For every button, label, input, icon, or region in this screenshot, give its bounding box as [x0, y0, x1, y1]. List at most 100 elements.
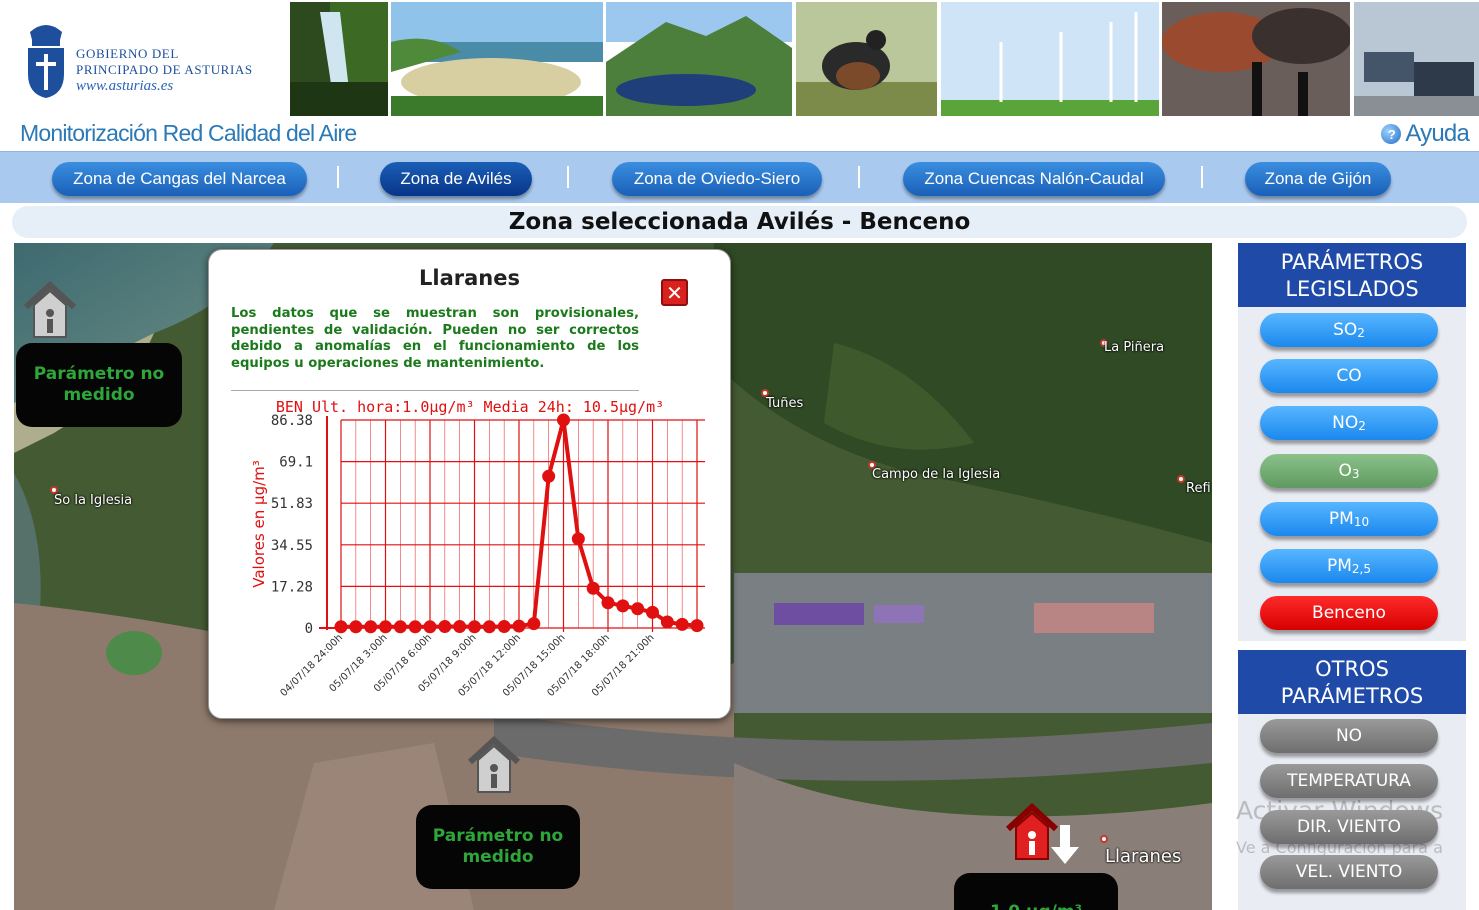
- help-label: Ayuda: [1405, 120, 1469, 147]
- zone-tab-cangas[interactable]: Zona de Cangas del Narcea: [52, 162, 307, 196]
- logo-line-1: GOBIERNO DEL: [76, 46, 179, 61]
- zone-tab-oviedo-siero[interactable]: Zona de Oviedo-Siero: [612, 162, 822, 196]
- popup-title: Llaranes: [419, 266, 520, 290]
- param-button-pm-25[interactable]: PM 2,5: [1260, 549, 1438, 583]
- banner-photo-waterfall: [290, 2, 388, 116]
- data-point: [408, 620, 422, 634]
- data-point: [393, 620, 407, 634]
- param-button-benceno[interactable]: Benceno: [1260, 596, 1438, 630]
- place-label: So la Iglesia: [54, 493, 133, 508]
- param-label: CO: [1336, 366, 1362, 386]
- divider: [231, 390, 639, 391]
- param-subscript: 2: [1358, 419, 1366, 433]
- panel-heading: PARÁMETROS LEGISLADOS: [1238, 243, 1466, 307]
- data-point: [542, 469, 556, 483]
- chart-title: BEN Ult. hora:1.0µg/m³ Media 24h: 10.5µg…: [276, 398, 664, 416]
- data-point: [527, 617, 541, 631]
- param-label: PM: [1326, 556, 1352, 576]
- param-button-no-2[interactable]: NO 2: [1260, 406, 1438, 440]
- data-point: [616, 599, 630, 613]
- param-subscript: 3: [1351, 467, 1360, 481]
- param-button-so-2[interactable]: SO 2: [1260, 313, 1438, 347]
- y-axis-label: Valores en µg/m³: [250, 460, 268, 588]
- nav-separator: [858, 166, 860, 188]
- data-point: [512, 619, 526, 633]
- help-link[interactable]: ? Ayuda: [1381, 120, 1470, 148]
- param-subscript: 2,5: [1351, 562, 1371, 576]
- logo-url: www.asturias.es: [76, 78, 174, 94]
- param-label: TEMPERATURA: [1287, 771, 1411, 791]
- zone-tab-aviles[interactable]: Zona de Avilés: [380, 162, 532, 196]
- nav-separator: [337, 166, 339, 188]
- crest-icon: [28, 25, 64, 98]
- param-label: NO: [1332, 413, 1359, 433]
- param-label: VEL. VIENTO: [1295, 862, 1403, 882]
- param-subscript: 2: [1357, 326, 1365, 340]
- param-button-co[interactable]: CO: [1260, 359, 1438, 393]
- param-label: Benceno: [1312, 603, 1386, 623]
- data-point: [631, 602, 645, 616]
- banner-photo-beach: [391, 2, 603, 116]
- param-subscript: 10: [1353, 515, 1370, 529]
- data-point: [690, 619, 704, 633]
- asturias-logo[interactable]: GOBIERNO DEL PRINCIPADO DE ASTURIAS www.…: [22, 14, 292, 104]
- data-point: [468, 620, 481, 634]
- header: GOBIERNO DEL PRINCIPADO DE ASTURIAS www.…: [0, 0, 1479, 147]
- param-label: NO: [1335, 726, 1363, 746]
- y-tick-label: 69.1: [279, 455, 313, 471]
- y-tick-label: 17.28: [271, 579, 313, 595]
- logo-line-2: PRINCIPADO DE ASTURIAS: [76, 62, 253, 77]
- zone-tab-gijon[interactable]: Zona de Gijón: [1245, 162, 1391, 196]
- y-tick-label: 51.83: [271, 496, 313, 512]
- place-label: Tuñes: [766, 396, 804, 411]
- zone-navbar: Zona de Cangas del Narcea Zona de Avilés…: [0, 151, 1479, 203]
- nav-separator: [1201, 166, 1203, 188]
- data-point: [453, 620, 467, 634]
- place-label: La Piñera: [1104, 340, 1165, 355]
- panel-heading: OTROS PARÁMETROS: [1238, 650, 1466, 714]
- banner-photo-traffic: [1354, 2, 1479, 116]
- provisional-data-note: Los datos que se muestran son provisiona…: [231, 306, 639, 371]
- data-point: [334, 620, 348, 634]
- station-popup: Llaranes ✕ Los datos que se muestran son…: [208, 249, 731, 719]
- station-house-icon[interactable]: [20, 281, 78, 343]
- place-pin: [1177, 475, 1185, 483]
- y-tick-label: 0: [305, 621, 313, 637]
- zone-tab-nalon-caudal[interactable]: Zona Cuencas Nalón-Caudal: [903, 162, 1165, 196]
- other-param-button-vel-viento[interactable]: VEL. VIENTO: [1260, 855, 1438, 889]
- data-point: [586, 581, 600, 595]
- data-point: [660, 615, 674, 629]
- station-bubble[interactable]: Parámetro no medido: [16, 343, 182, 427]
- selected-zone-title: Zona seleccionada Avilés - Benceno: [12, 206, 1467, 238]
- param-label: O: [1338, 461, 1352, 481]
- y-tick-label: 86.38: [271, 413, 313, 429]
- data-point: [497, 620, 511, 634]
- banner-photo-wind-turbines: [941, 2, 1159, 116]
- other-param-button-no[interactable]: NO: [1260, 719, 1438, 753]
- data-point: [379, 620, 392, 634]
- data-point: [557, 413, 570, 427]
- benzene-chart: BEN Ult. hora:1.0µg/m³ Media 24h: 10.5µg…: [250, 398, 705, 699]
- wind-arrow-down-icon: [1051, 825, 1079, 864]
- station-value-bubble[interactable]: 1.0 µg/m³: [954, 873, 1118, 910]
- station-house-icon[interactable]: [464, 736, 522, 798]
- help-icon: ?: [1381, 124, 1402, 144]
- place-label: Refi: [1186, 481, 1211, 496]
- data-point: [349, 620, 363, 634]
- nav-separator: [567, 166, 569, 188]
- banner-photo-smokestacks: [1162, 2, 1350, 116]
- banner-photo-lake: [606, 2, 792, 116]
- station-bubble[interactable]: Parámetro no medido: [416, 805, 580, 889]
- data-point: [571, 532, 585, 546]
- app-title: Monitorización Red Calidad del Aire: [20, 120, 357, 146]
- param-button-o-3[interactable]: O3: [1260, 454, 1438, 488]
- banner-photo-grouse: [796, 2, 937, 116]
- other-param-button-dir-viento[interactable]: DIR. VIENTO: [1260, 810, 1438, 844]
- place-label: Llaranes: [1105, 846, 1182, 867]
- close-icon[interactable]: ✕: [661, 279, 688, 306]
- param-label: PM: [1328, 509, 1354, 529]
- param-button-pm-10[interactable]: PM 10: [1260, 502, 1438, 536]
- data-point: [675, 617, 689, 631]
- data-point: [438, 620, 452, 634]
- other-param-button-temperatura[interactable]: TEMPERATURA: [1260, 764, 1438, 798]
